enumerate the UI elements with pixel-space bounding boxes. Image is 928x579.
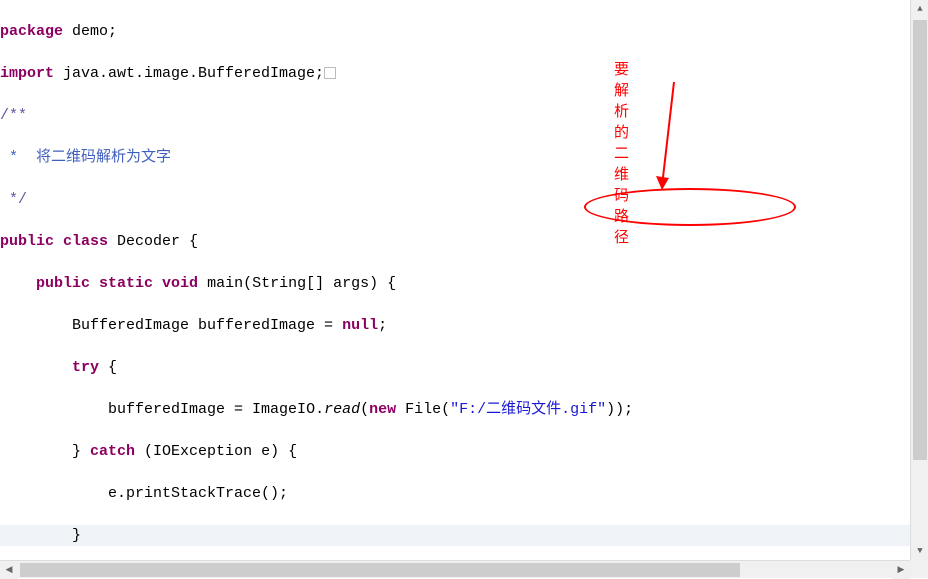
keyword-import: import	[0, 65, 54, 82]
scroll-corner	[910, 560, 928, 578]
string-literal: "F:/二维码文件.gif"	[450, 401, 606, 418]
keyword-try: try	[72, 359, 99, 376]
code-text: File(	[396, 401, 450, 418]
code-text: BufferedImage bufferedImage =	[72, 317, 342, 334]
code-text: demo;	[63, 23, 117, 40]
scroll-down-button[interactable]: ▼	[911, 542, 928, 560]
code-text: ;	[378, 317, 387, 334]
horizontal-scroll-thumb[interactable]	[20, 563, 740, 577]
keyword-void: void	[153, 275, 198, 292]
code-text: }	[72, 443, 90, 460]
scroll-right-button[interactable]: ▶	[892, 561, 910, 579]
keyword-public: public	[0, 233, 54, 250]
indent	[0, 485, 108, 502]
comment: */	[0, 191, 27, 208]
code-text: {	[99, 359, 117, 376]
code-text: (	[360, 401, 369, 418]
keyword-catch: catch	[90, 443, 135, 460]
horizontal-scrollbar[interactable]: ◀ ▶	[0, 560, 910, 578]
indent	[0, 443, 72, 460]
indent	[0, 359, 72, 376]
keyword-class: class	[54, 233, 108, 250]
code-text-area[interactable]: package demo; import java.awt.image.Buff…	[0, 0, 910, 560]
indent	[0, 317, 72, 334]
code-editor[interactable]: package demo; import java.awt.image.Buff…	[0, 0, 928, 578]
indent	[0, 527, 72, 544]
code-text: bufferedImage = ImageIO.	[108, 401, 324, 418]
code-text: (IOException e) {	[135, 443, 297, 460]
code-text: java.awt.image.BufferedImage;	[54, 65, 324, 82]
code-text: }	[72, 527, 81, 544]
indent	[0, 401, 108, 418]
keyword-null: null	[342, 317, 378, 334]
vertical-scrollbar[interactable]: ▲ ▼	[910, 0, 928, 560]
comment: * 将二维码解析为文字	[0, 149, 171, 166]
method-call: read	[324, 401, 360, 418]
code-text: ));	[606, 401, 633, 418]
comment: /**	[0, 107, 27, 124]
scroll-left-button[interactable]: ◀	[0, 561, 18, 579]
keyword-new: new	[369, 401, 396, 418]
scroll-up-button[interactable]: ▲	[911, 0, 928, 18]
code-text: e.printStackTrace();	[108, 485, 288, 502]
class-name: Decoder {	[108, 233, 198, 250]
indent	[0, 275, 36, 292]
method-signature: main(String[] args) {	[198, 275, 396, 292]
highlighted-line: }	[0, 525, 910, 546]
vertical-scroll-thumb[interactable]	[913, 20, 927, 460]
keyword-static: static	[90, 275, 153, 292]
keyword-public: public	[36, 275, 90, 292]
collapsed-import-marker[interactable]	[324, 67, 336, 79]
keyword-package: package	[0, 23, 63, 40]
